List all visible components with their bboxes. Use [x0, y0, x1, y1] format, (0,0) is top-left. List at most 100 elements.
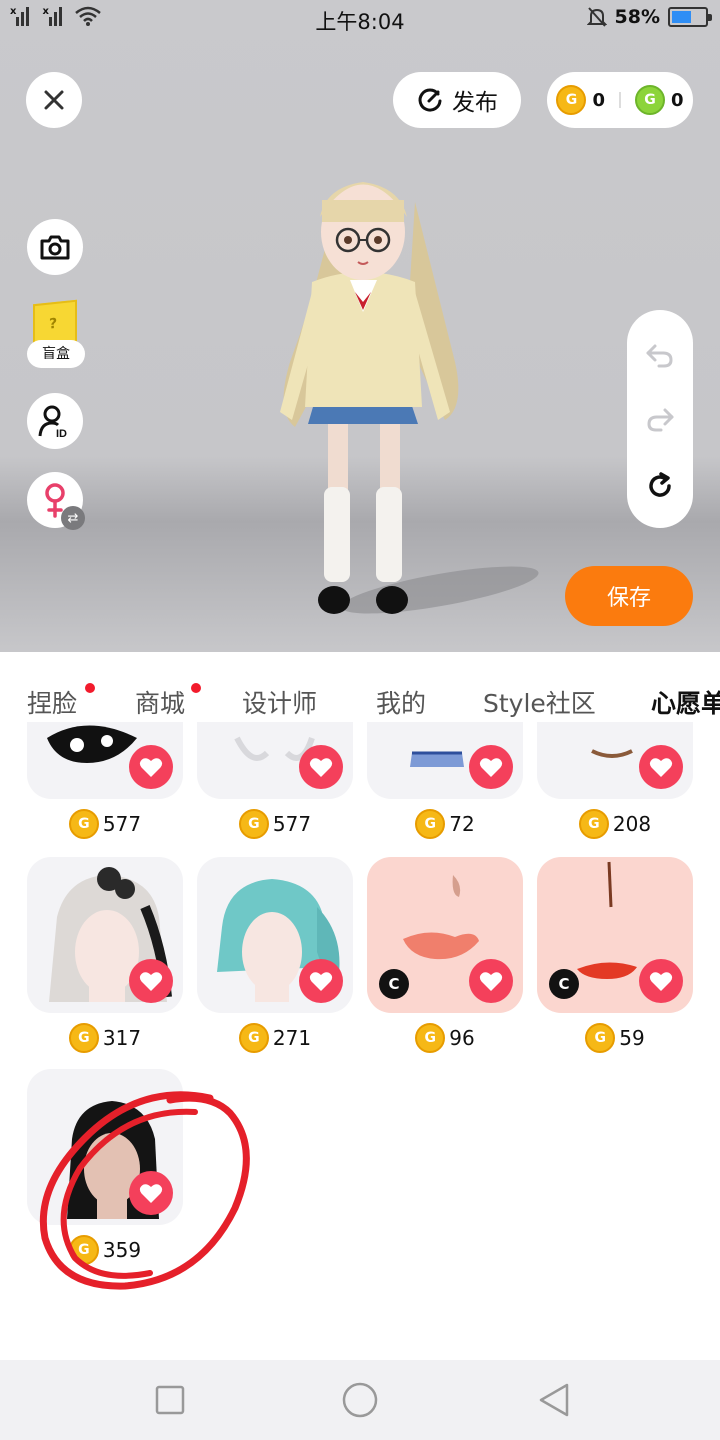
- battery-icon: [668, 7, 712, 27]
- undo-icon: [646, 344, 673, 368]
- mute-bell-icon: [586, 7, 607, 27]
- heart-icon: [649, 972, 673, 991]
- item-thumbnail: [27, 857, 183, 1013]
- circle-icon: [342, 1382, 378, 1418]
- heart-icon: [139, 972, 163, 991]
- tab-designer[interactable]: 设计师: [242, 652, 317, 722]
- user-id-icon: ID: [38, 405, 67, 438]
- wishlist-heart-button[interactable]: [129, 959, 173, 1003]
- publish-icon: [418, 88, 442, 112]
- wishlist-heart-button[interactable]: [299, 745, 343, 789]
- heart-icon: [139, 1184, 163, 1203]
- tab-label: Style社区: [483, 689, 596, 718]
- wishlist-heart-button[interactable]: [299, 959, 343, 1003]
- switch-gender-button[interactable]: ⇄: [27, 472, 85, 530]
- gold-coin-icon: G: [68, 1023, 99, 1053]
- price-value: 72: [449, 812, 475, 836]
- gold-coin-count: 0: [592, 89, 605, 111]
- publish-button[interactable]: 发布: [393, 72, 521, 128]
- item-thumbnail: [197, 857, 353, 1013]
- gold-coin-icon: G: [585, 1023, 616, 1053]
- gold-coin-icon: G: [238, 809, 269, 839]
- heart-icon: [309, 758, 333, 777]
- wishlist-item[interactable]: G 72: [367, 722, 523, 839]
- item-thumbnail: C: [537, 857, 693, 1013]
- tab-label: 捏脸: [27, 689, 78, 718]
- heart-icon: [309, 972, 333, 991]
- back-button[interactable]: [534, 1380, 574, 1420]
- battery-percent: 58%: [614, 6, 660, 28]
- wishlist-item[interactable]: G 271: [197, 857, 353, 1053]
- tab-label: 设计师: [242, 689, 318, 718]
- item-price: G 271: [197, 1023, 353, 1053]
- creator-badge-icon: C: [379, 969, 409, 999]
- price-value: 96: [449, 1026, 475, 1050]
- tab-label: 商城: [135, 689, 186, 718]
- item-thumbnail: [537, 722, 693, 799]
- back-triangle-icon: [539, 1383, 569, 1417]
- gold-coin-icon: G: [68, 809, 99, 839]
- redo-button[interactable]: [627, 400, 693, 440]
- blind-box-button[interactable]: ? 盲盒: [27, 299, 85, 368]
- item-price: G 577: [197, 809, 353, 839]
- gold-coin-icon: G: [556, 85, 587, 115]
- wishlist-heart-button[interactable]: [639, 745, 683, 789]
- item-price: G 72: [367, 809, 523, 839]
- camera-button[interactable]: [27, 219, 83, 275]
- avatar-id-button[interactable]: ID: [27, 393, 83, 449]
- wishlist-item[interactable]: G 359: [27, 1069, 183, 1265]
- status-bar: x x 上午8:04 58%: [0, 0, 720, 38]
- notification-dot: [85, 683, 95, 693]
- item-price: G 359: [27, 1235, 183, 1265]
- item-thumbnail: C: [367, 857, 523, 1013]
- wishlist-item[interactable]: C G 96: [367, 857, 523, 1053]
- save-button[interactable]: 保存: [565, 566, 693, 626]
- price-value: 317: [102, 1026, 142, 1050]
- item-thumbnail: [27, 1069, 183, 1225]
- price-value: 359: [102, 1238, 142, 1262]
- undo-button[interactable]: [627, 336, 693, 376]
- item-price: G 96: [367, 1023, 523, 1053]
- green-coin-count: 0: [671, 89, 684, 111]
- system-status: 58%: [586, 6, 712, 28]
- wishlist-heart-button[interactable]: [639, 959, 683, 1003]
- divider: [619, 92, 621, 108]
- currency-balance[interactable]: G 0 G 0: [547, 72, 693, 128]
- home-button[interactable]: [340, 1380, 380, 1420]
- tab-shop[interactable]: 商城: [135, 652, 201, 722]
- wishlist-heart-button[interactable]: [469, 959, 513, 1003]
- reset-button[interactable]: [627, 466, 693, 506]
- tab-wishlist[interactable]: 心愿单: [651, 652, 720, 722]
- wishlist-item[interactable]: G 577: [27, 722, 183, 839]
- recent-apps-button[interactable]: [150, 1380, 190, 1420]
- gold-coin-icon: G: [578, 809, 609, 839]
- avatar-preview[interactable]: 发布 G 0 G 0 ? 盲盒 ID ⇄ 保存: [0, 0, 720, 652]
- close-icon: [44, 90, 64, 110]
- redo-icon: [647, 408, 674, 432]
- item-thumbnail: [197, 722, 353, 799]
- gold-coin-icon: G: [238, 1023, 269, 1053]
- wishlist-item[interactable]: G 208: [537, 722, 693, 839]
- gold-coin-icon: G: [415, 1023, 446, 1053]
- close-button[interactable]: [26, 72, 82, 128]
- green-coin-icon: G: [635, 85, 665, 115]
- price-value: 59: [619, 1026, 645, 1050]
- avatar-figure: [280, 182, 539, 614]
- wishlist-grid: G 577 G 577 G 72 G 208 G 317 G 271 C G 9…: [0, 722, 720, 1360]
- price-value: 577: [102, 812, 142, 836]
- wishlist-heart-button[interactable]: [129, 745, 173, 789]
- heart-icon: [139, 758, 163, 777]
- wishlist-heart-button[interactable]: [469, 745, 513, 789]
- gold-coin-icon: G: [68, 1235, 99, 1265]
- wishlist-item[interactable]: G 577: [197, 722, 353, 839]
- wishlist-item[interactable]: C G 59: [537, 857, 693, 1053]
- tab-style-community[interactable]: Style社区: [483, 652, 596, 722]
- tab-mine[interactable]: 我的: [376, 652, 426, 722]
- tab-face[interactable]: 捏脸: [27, 652, 95, 722]
- wishlist-item[interactable]: G 317: [27, 857, 183, 1053]
- notification-dot: [191, 683, 201, 693]
- refresh-icon: [649, 472, 671, 497]
- square-icon: [155, 1385, 185, 1415]
- heart-icon: [479, 972, 503, 991]
- wishlist-heart-button[interactable]: [129, 1171, 173, 1215]
